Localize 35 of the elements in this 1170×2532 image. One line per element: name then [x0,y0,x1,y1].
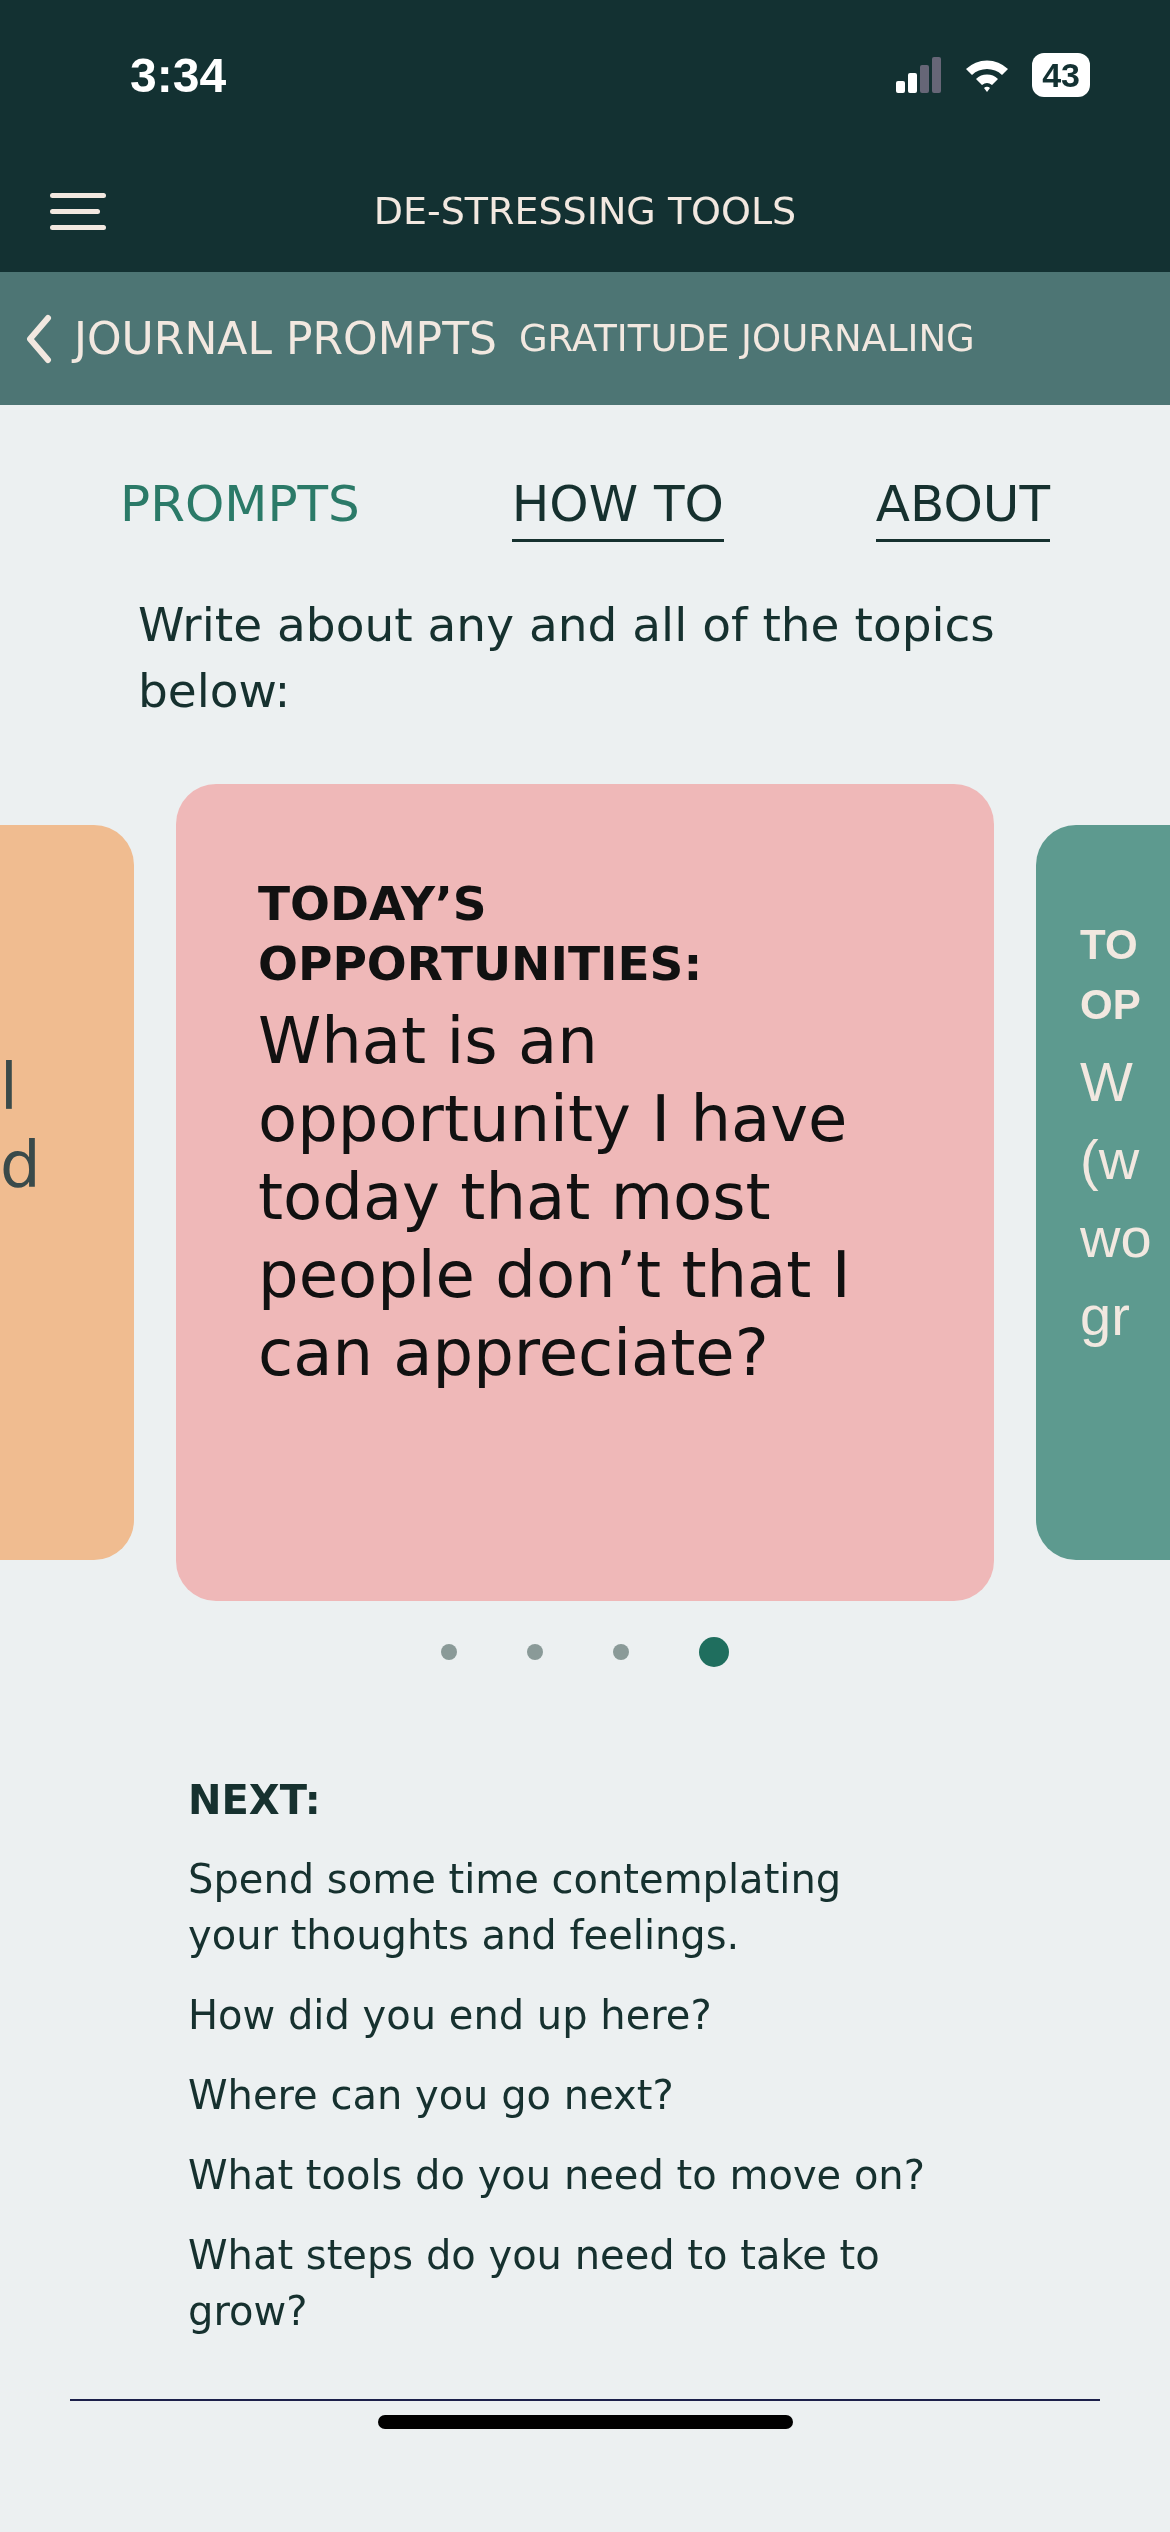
card-text: gr [1080,1283,1131,1349]
chevron-left-icon [26,313,52,364]
next-step-text: How did you end up here? [188,1991,713,2040]
page-title: GRATITUDE JOURNALING [518,317,975,360]
card-text: d [0,1127,42,1204]
next-step-text: Where can you go next? [188,2071,675,2120]
back-button[interactable]: JOURNAL PROMPTS [26,313,497,364]
page-dot[interactable] [527,1644,543,1660]
battery-level: 43 [1032,53,1090,97]
page-dot[interactable] [441,1644,457,1660]
tab[interactable]: ABOUT [875,475,1050,542]
prompt-card[interactable]: l d [0,825,134,1560]
status-time: 3:34 [130,47,227,103]
menu-icon[interactable] [50,191,106,231]
wifi-icon [964,57,1011,93]
card-text: (w [1080,1127,1141,1193]
signal-icon [896,57,943,93]
next-heading: NEXT: [188,1777,322,1823]
tab[interactable]: PROMPTS [120,475,360,542]
next-step-text: What tools do you need to move on? [188,2151,926,2200]
card-text: l [0,1049,19,1126]
tab[interactable]: HOW TO [511,475,724,542]
card-heading: TODAY’S OPPORTUNITIES: [258,875,704,993]
card-heading: OP [1080,980,1142,1030]
card-text: W [1080,1049,1134,1115]
card-prompt: What is an opportunity I have today that most people don’t that I can appreciate? [258,1003,852,1392]
prompt-card[interactable]: TODAY’S OPPORTUNITIES: What is an opportunity I have today that most people don’t that I can appreciate? [176,784,994,1601]
page-dot[interactable] [699,1637,729,1667]
next-step-text: Spend some time contemplating your thoughts and feelings. [188,1855,843,1960]
screen-title: DE-STRESSING TOOLS [373,189,797,233]
next-step-text: What steps do you need to take to grow? [188,2231,881,2336]
card-text: wo [1080,1205,1153,1271]
card-heading: TO [1080,920,1139,970]
page-dot[interactable] [613,1644,629,1660]
intro-text: Write about any and all of the topics below: [138,596,996,720]
